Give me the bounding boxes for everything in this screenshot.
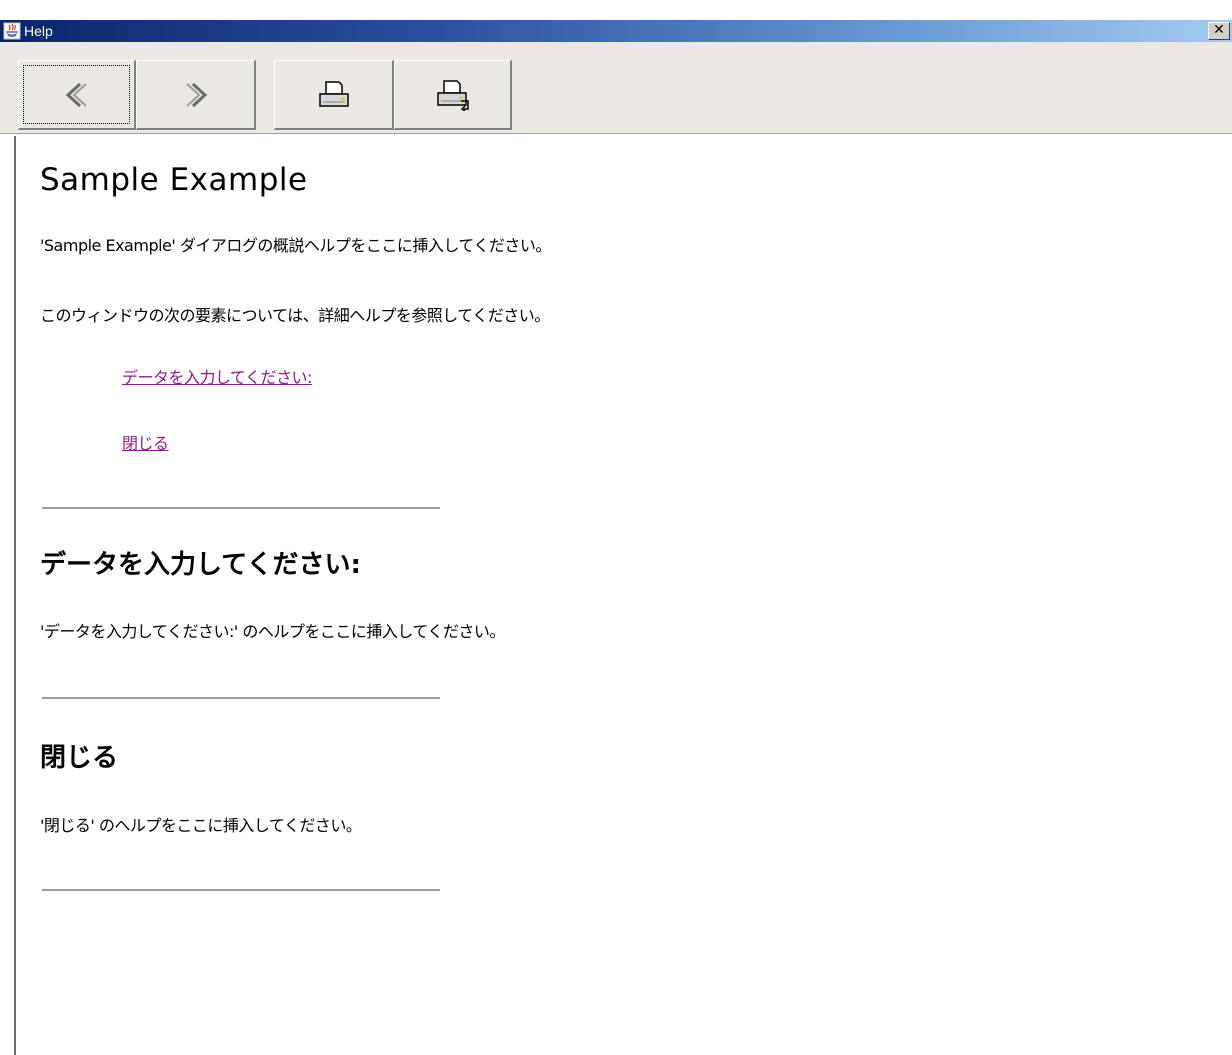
- elements-intro-text: このウィンドウの次の要素については、詳細ヘルプを参照してください。: [40, 306, 550, 325]
- intro-text: 'Sample Example' ダイアログの概説ヘルプをここに挿入してください…: [40, 236, 551, 255]
- section-heading-enter-data: データを入力してください:: [40, 550, 361, 580]
- link-enter-data[interactable]: データを入力してください:: [122, 364, 312, 388]
- back-button[interactable]: [18, 60, 136, 130]
- help-window: Help ✕ Sample Example 'Sample Example' ダ…: [0, 0, 1232, 1055]
- divider: [42, 507, 440, 509]
- page-title: Sample Example: [40, 162, 308, 198]
- window-title: Help: [24, 23, 53, 39]
- link-close[interactable]: 閉じる: [122, 430, 169, 454]
- toolbar: [0, 42, 1232, 134]
- close-button[interactable]: ✕: [1208, 22, 1230, 40]
- divider: [42, 889, 440, 891]
- section-body-enter-data: 'データを入力してください:' のヘルプをここに挿入してください。: [40, 622, 505, 641]
- help-content-pane[interactable]: Sample Example 'Sample Example' ダイアログの概説…: [14, 136, 1232, 1055]
- title-bar[interactable]: Help ✕: [0, 20, 1232, 42]
- forward-button[interactable]: [136, 60, 256, 130]
- java-app-icon: [3, 22, 21, 40]
- section-heading-close: 閉じる: [40, 743, 119, 773]
- print-button[interactable]: [274, 60, 394, 130]
- divider: [42, 697, 440, 699]
- section-body-close: '閉じる' のヘルプをここに挿入してください。: [40, 816, 362, 835]
- page-setup-button[interactable]: [394, 60, 512, 130]
